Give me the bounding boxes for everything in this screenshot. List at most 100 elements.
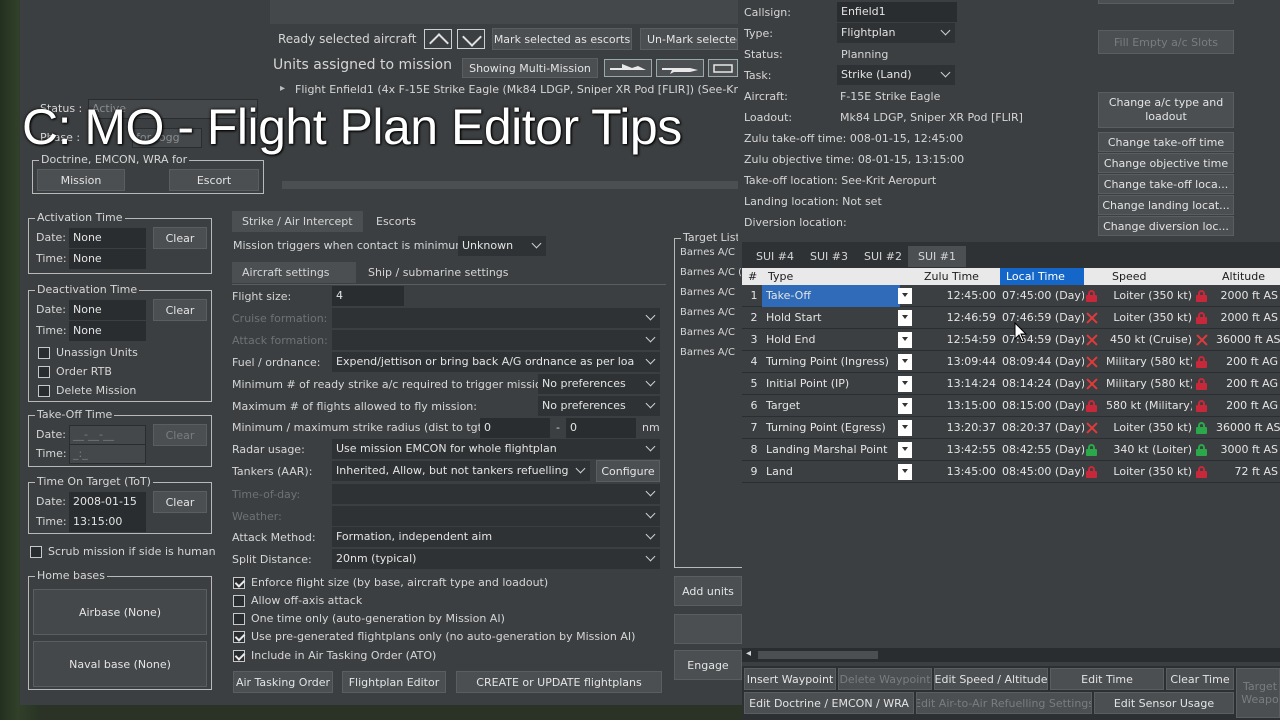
delete-mission-checkbox[interactable] (38, 385, 50, 397)
deactivation-clear-button[interactable]: Clear (153, 299, 207, 321)
speed-red-lock-icon[interactable] (1196, 290, 1207, 302)
edit-doctrine-emcon-button[interactable]: Edit Doctrine / EMCON / WRA (744, 692, 914, 714)
speed-red-lock-icon[interactable] (1196, 466, 1207, 478)
time-unlocked-icon[interactable] (1086, 422, 1098, 434)
target-list-blank-button[interactable] (674, 614, 742, 644)
waypoint-type-dropdown-icon[interactable] (898, 310, 912, 326)
target-list-item[interactable]: Barnes A/C (680, 347, 735, 358)
triggers-dropdown[interactable]: Unknown (458, 236, 546, 256)
change-landing-location-button[interactable]: Change landing locat... (1098, 195, 1234, 215)
tot-clear-button[interactable]: Clear (153, 491, 207, 513)
col-header-speed[interactable]: Speed (1106, 268, 1216, 285)
speed-green-lock-icon[interactable] (1196, 444, 1207, 456)
activation-time-field[interactable]: None (69, 249, 146, 269)
edit-aar-settings-button[interactable]: Edit Air-to-Air Refuelling Settings (916, 692, 1092, 714)
waypoint-type-dropdown-icon[interactable] (898, 464, 912, 480)
insert-waypoint-button[interactable]: Insert Waypoint (744, 668, 836, 690)
time-unlocked-icon[interactable] (1086, 334, 1098, 346)
waypoint-type[interactable]: Landing Marshal Point (762, 439, 900, 461)
tab-sui-1[interactable]: SUI #1 (908, 246, 966, 267)
deactivation-date-field[interactable]: None (69, 300, 146, 320)
waypoint-type-dropdown-icon[interactable] (898, 420, 912, 436)
attack-formation-dropdown[interactable] (332, 330, 660, 350)
target-list-item[interactable]: Barnes A/C (680, 327, 735, 338)
waypoint-type-dropdown-icon[interactable] (898, 442, 912, 458)
enforce-flight-size-checkbox[interactable] (233, 577, 245, 589)
tot-time-field[interactable]: 13:15:00 (69, 512, 146, 532)
time-red-lock-icon[interactable] (1086, 466, 1097, 478)
engage-button[interactable]: Engage (674, 650, 742, 680)
ato-checkbox[interactable] (233, 650, 245, 662)
activation-clear-button[interactable]: Clear (153, 227, 207, 249)
edit-time-button[interactable]: Edit Time (1050, 668, 1164, 690)
max-flights-dropdown[interactable]: No preferences (538, 396, 660, 416)
time-red-lock-icon[interactable] (1086, 290, 1097, 302)
cruise-formation-dropdown[interactable] (332, 308, 660, 328)
waypoint-type[interactable]: Turning Point (Ingress) (762, 351, 900, 373)
deactivation-time-field[interactable]: None (69, 321, 146, 341)
top-right-button[interactable] (1098, 0, 1234, 4)
doctrine-escort-button[interactable]: Escort (169, 169, 259, 191)
filter-aircraft-1-button[interactable] (604, 59, 652, 77)
air-tasking-order-button[interactable]: Air Tasking Order (233, 671, 333, 693)
change-type-loadout-button[interactable]: Change a/c type and loadout (1098, 92, 1234, 128)
tab-sui-3[interactable]: SUI #3 (800, 246, 858, 267)
target-weapons-button[interactable]: Target Weapo (1236, 668, 1280, 718)
waypoint-type[interactable]: Hold End (762, 329, 900, 351)
radar-usage-dropdown[interactable]: Use mission EMCON for whole flightplan (332, 439, 660, 459)
mark-escorts-button[interactable]: Mark selected as escorts (492, 28, 632, 50)
waypoint-row[interactable]: 7 Turning Point (Egress) 13:20:37 08:20:37 … (742, 417, 1280, 439)
tankers-dropdown[interactable]: Inherited, Allow, but not tankers refuel… (332, 461, 590, 481)
split-distance-dropdown[interactable]: 20nm (typical) (332, 549, 660, 569)
scroll-left-icon[interactable]: ◂ (746, 648, 751, 659)
waypoint-row[interactable]: 6 Target 13:15:00 08:15:00 (Day) 580 kt (Mil… (742, 395, 1280, 417)
one-time-checkbox[interactable] (233, 613, 245, 625)
time-of-day-dropdown[interactable] (332, 484, 660, 504)
min-ready-dropdown[interactable]: No preferences (538, 374, 660, 394)
speed-red-lock-icon[interactable] (1196, 356, 1207, 368)
takeoff-time-field[interactable]: _:_ (69, 444, 146, 464)
speed-green-lock-icon[interactable] (1196, 422, 1207, 434)
waypoint-type[interactable]: Turning Point (Egress) (762, 417, 900, 439)
fuel-ordnance-dropdown[interactable]: Expend/jettison or bring back A/G ordnan… (332, 352, 660, 372)
doctrine-mission-button[interactable]: Mission (37, 169, 125, 191)
flight-size-field[interactable]: 4 (332, 286, 404, 306)
strike-radius-max-field[interactable]: 0 (566, 418, 636, 438)
tab-ship-submarine-settings[interactable]: Ship / submarine settings (358, 262, 519, 283)
order-rtb-checkbox[interactable] (38, 366, 50, 378)
time-unlocked-icon[interactable] (1086, 378, 1098, 390)
scroll-thumb[interactable] (758, 651, 878, 659)
edit-sensor-usage-button[interactable]: Edit Sensor Usage (1094, 692, 1234, 714)
col-header-type[interactable]: Type (762, 268, 918, 285)
filter-aircraft-3-button[interactable] (708, 59, 738, 77)
move-down-button[interactable] (457, 29, 485, 49)
filter-aircraft-2-button[interactable] (656, 59, 704, 77)
callsign-field[interactable]: Enfield1 (837, 2, 957, 22)
target-list-item[interactable]: Barnes A/C ( (680, 247, 742, 258)
tab-sui-2[interactable]: SUI #2 (854, 246, 912, 267)
col-header-altitude[interactable]: Altitude (1216, 268, 1280, 285)
delete-waypoint-button[interactable]: Delete Waypoint (838, 668, 932, 690)
waypoint-type-dropdown-icon[interactable] (898, 354, 912, 370)
col-header-lock[interactable] (1084, 268, 1106, 285)
tot-date-field[interactable]: 2008-01-15 (69, 492, 146, 512)
add-units-button[interactable]: Add units (674, 576, 742, 606)
waypoint-row[interactable]: 9 Land 13:45:00 08:45:00 (Day) Loiter (350 k… (742, 461, 1280, 483)
weather-dropdown[interactable] (332, 506, 660, 526)
units-horizontal-scrollbar[interactable] (282, 181, 738, 189)
change-takeoff-location-button[interactable]: Change take-off loca... (1098, 174, 1234, 194)
tab-aircraft-settings[interactable]: Aircraft settings (232, 262, 356, 283)
target-list-item[interactable]: Barnes A/C ( (680, 267, 742, 278)
type-dropdown[interactable]: Flightplan (837, 23, 955, 43)
waypoint-row[interactable]: 1 Take-Off 12:45:00 07:45:00 (Day) Loiter (3… (742, 285, 1280, 307)
waypoint-row[interactable]: 3 Hold End 12:54:59 07:54:59 (Day) 450 kt (C… (742, 329, 1280, 351)
move-up-button[interactable] (424, 29, 452, 49)
expand-arrow-icon[interactable]: ▸ (280, 83, 285, 94)
col-header-zulu[interactable]: Zulu Time (918, 268, 1000, 285)
col-header-num[interactable]: # (742, 268, 762, 285)
takeoff-date-field[interactable]: __-__-__ (69, 425, 146, 445)
waypoint-type-dropdown-icon[interactable] (898, 398, 912, 414)
strike-radius-min-field[interactable]: 0 (480, 418, 550, 438)
grid-horizontal-scrollbar[interactable]: ◂ (742, 648, 1280, 662)
flightplan-editor-button[interactable]: Flightplan Editor (342, 671, 446, 693)
